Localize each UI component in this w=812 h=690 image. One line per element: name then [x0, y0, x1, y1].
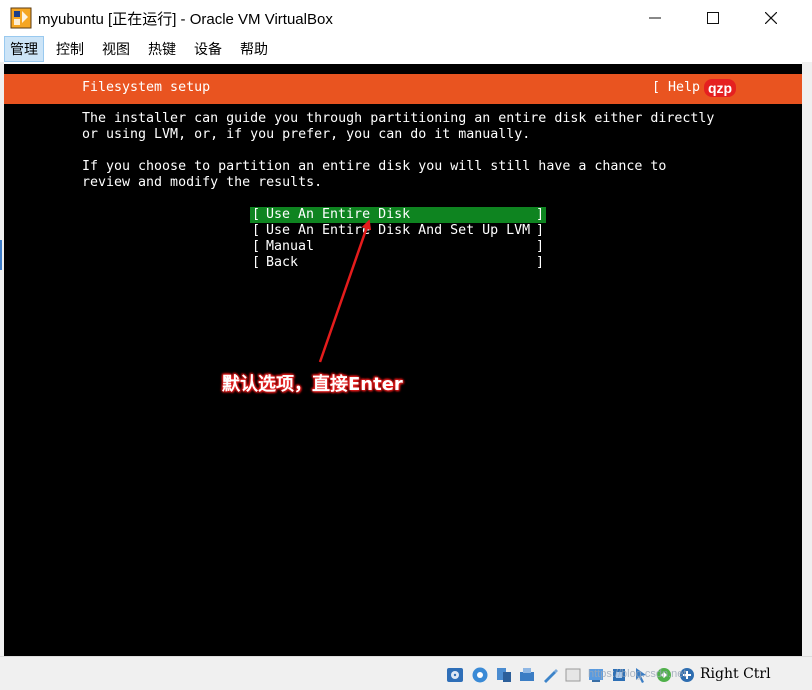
menu-bar: 管理 控制 视图 热键 设备 帮助: [0, 36, 812, 62]
optical-drive-icon[interactable]: [446, 666, 464, 684]
minimize-icon: [649, 17, 661, 19]
menu-control[interactable]: 控制: [51, 36, 89, 62]
annotation-arrow: [318, 219, 372, 363]
close-button[interactable]: [742, 0, 800, 36]
window-title: myubuntu [正在运行] - Oracle VM VirtualBox: [38, 11, 333, 28]
vm-console-screen[interactable]: Filesystem setup [ Help ] qzp The instal…: [4, 64, 802, 656]
annotation-text: 默认选项，直接Enter: [222, 374, 403, 395]
title-bar: myubuntu [正在运行] - Oracle VM VirtualBox: [0, 0, 812, 36]
network-icon[interactable]: [495, 666, 513, 684]
menu-help[interactable]: 帮助: [235, 36, 273, 62]
shared-folder-icon[interactable]: [541, 666, 559, 684]
virtualbox-app-icon[interactable]: [10, 7, 32, 29]
menu-devices[interactable]: 设备: [189, 36, 227, 62]
site-watermark: https://blog.csdn.net: [588, 668, 687, 680]
window-right-edge: [802, 62, 812, 656]
status-bar: https://blog.csdn.net Right Ctrl: [0, 656, 812, 690]
menu-view[interactable]: 视图: [97, 36, 135, 62]
maximize-button[interactable]: [684, 0, 742, 36]
arrow-line: [318, 219, 372, 363]
usb-icon[interactable]: [518, 666, 536, 684]
maximize-icon: [707, 12, 719, 24]
host-key-label: Right Ctrl: [700, 666, 771, 682]
menu-manage[interactable]: 管理: [4, 36, 44, 62]
edge-accent: [0, 240, 2, 270]
display-icon[interactable]: [564, 666, 582, 684]
menu-hotkey[interactable]: 热键: [143, 36, 181, 62]
minimize-button[interactable]: [626, 0, 684, 36]
close-icon: [765, 12, 777, 24]
audio-icon[interactable]: [471, 666, 489, 684]
